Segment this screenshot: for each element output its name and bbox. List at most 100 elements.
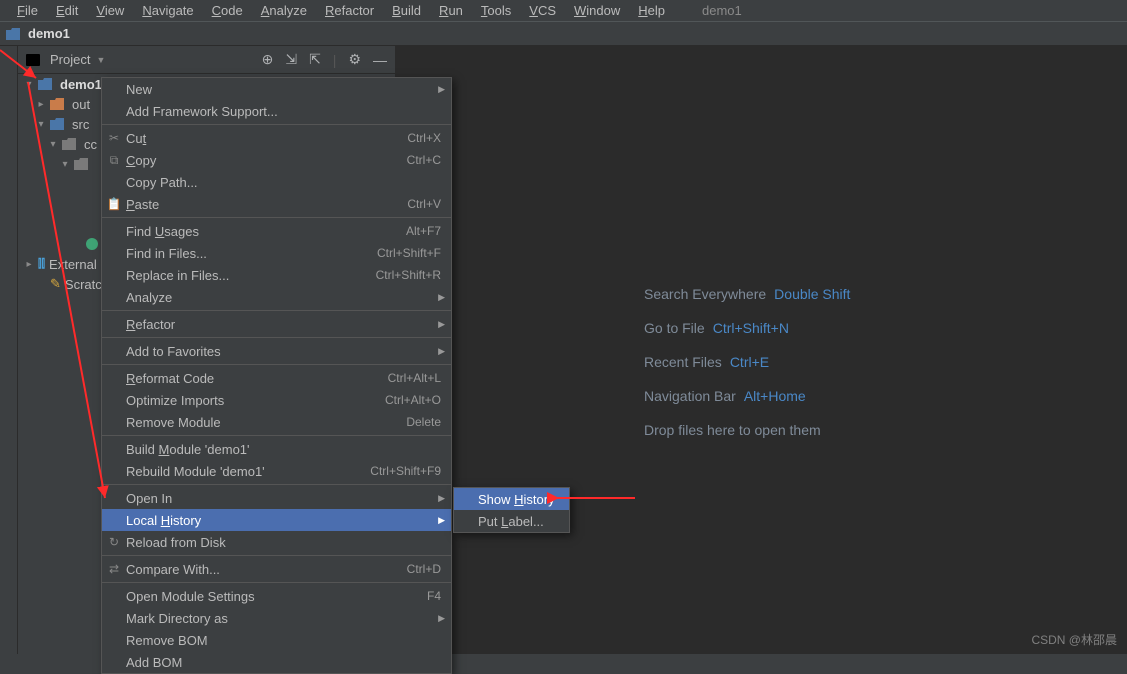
menu-item-label: Add BOM	[126, 655, 182, 670]
breadcrumb: demo1	[0, 22, 1127, 46]
menu-item[interactable]: Build Module 'demo1'	[102, 438, 451, 460]
tool-window-strip[interactable]	[0, 46, 18, 654]
menu-item[interactable]: Remove ModuleDelete	[102, 411, 451, 433]
menu-item[interactable]: ✂ Cut Ctrl+X	[102, 127, 451, 149]
menu-item-label: Add Framework Support...	[126, 104, 278, 119]
menu-item[interactable]: Rebuild Module 'demo1'Ctrl+Shift+F9	[102, 460, 451, 482]
menu-item-shortcut: Ctrl+X	[407, 131, 441, 145]
menu-item[interactable]: Add to Favorites▶	[102, 340, 451, 362]
submenu-item[interactable]: Put Label...	[454, 510, 569, 532]
menu-run[interactable]: Run	[430, 3, 472, 18]
editor-hints: Search EverywhereDouble Shift Go to FileC…	[644, 286, 850, 438]
editor-area[interactable]: Search EverywhereDouble Shift Go to FileC…	[396, 46, 1127, 654]
target-icon[interactable]: ⊕	[262, 51, 274, 68]
editor-hint: Navigation BarAlt+Home	[644, 388, 850, 404]
folder-icon	[6, 28, 20, 40]
menu-item[interactable]: Refactor ▶	[102, 313, 451, 335]
menu-item[interactable]: Open Module Settings F4	[102, 585, 451, 607]
menu-item[interactable]: Find in Files...Ctrl+Shift+F	[102, 242, 451, 264]
menu-code[interactable]: Code	[203, 3, 252, 18]
menu-item-icon: ✂	[106, 131, 122, 145]
menu-item[interactable]: New ▶	[102, 78, 451, 100]
menubar: FileEditViewNavigateCodeAnalyzeRefactorB…	[0, 0, 1127, 22]
menu-item[interactable]: Find Usages Alt+F7	[102, 220, 451, 242]
tree-out[interactable]: out	[72, 97, 90, 112]
menu-item[interactable]: Add BOM	[102, 651, 451, 673]
tree-src[interactable]: src	[72, 117, 89, 132]
menu-item[interactable]: Local History▶	[102, 509, 451, 531]
expand-icon[interactable]: ⇲	[285, 51, 297, 68]
gear-icon[interactable]: ⚙	[348, 51, 361, 68]
hint-shortcut: Ctrl+Shift+N	[713, 320, 789, 336]
menu-item[interactable]: Optimize ImportsCtrl+Alt+O	[102, 389, 451, 411]
menu-file[interactable]: File	[8, 3, 47, 18]
chevron-right-icon: ▶	[438, 292, 445, 303]
chevron-right-icon: ▶	[438, 319, 445, 330]
menu-refactor[interactable]: Refactor	[316, 3, 383, 18]
menu-view[interactable]: View	[87, 3, 133, 18]
tree-cc[interactable]: cc	[84, 137, 97, 152]
editor-hint: Recent FilesCtrl+E	[644, 354, 850, 370]
menu-item-shortcut: Ctrl+Shift+F9	[370, 464, 441, 478]
menu-item-shortcut: Alt+F7	[406, 224, 441, 238]
menu-item-label: Paste	[126, 197, 159, 212]
menu-item[interactable]: ↻ Reload from Disk	[102, 531, 451, 553]
menu-item-shortcut: F4	[427, 589, 441, 603]
menu-window[interactable]: Window	[565, 3, 629, 18]
menu-item-icon: ↻	[106, 535, 122, 549]
sidebar-title[interactable]: Project	[50, 52, 90, 67]
menu-item[interactable]: ⇄Compare With...Ctrl+D	[102, 558, 451, 580]
chevron-right-icon: ▶	[438, 493, 445, 504]
menu-item[interactable]: ⧉CopyCtrl+C	[102, 149, 451, 171]
menu-item-label: Open In	[126, 491, 172, 506]
menu-help[interactable]: Help	[629, 3, 674, 18]
tree-root[interactable]: demo1	[60, 77, 102, 92]
menu-item-label: Reload from Disk	[126, 535, 226, 550]
menu-item[interactable]: Open In ▶	[102, 487, 451, 509]
menu-item-label: Open Module Settings	[126, 589, 255, 604]
submenu-item-label: Show History	[478, 492, 555, 507]
menu-item-label: Add to Favorites	[126, 344, 221, 359]
chevron-down-icon[interactable]: ▼	[96, 55, 105, 65]
submenu-local-history[interactable]: Show History Put Label...	[453, 487, 570, 533]
menu-item-label: Find in Files...	[126, 246, 207, 261]
editor-hint: Go to FileCtrl+Shift+N	[644, 320, 850, 336]
menu-item-icon: 📋	[106, 197, 122, 211]
sidebar-header: Project ▼ ⊕ ⇲ ⇱ | ⚙ —	[18, 46, 395, 74]
menu-item-label: Find Usages	[126, 224, 199, 239]
menu-tools[interactable]: Tools	[472, 3, 520, 18]
menu-item-label: Analyze	[126, 290, 172, 305]
collapse-icon[interactable]: ⇱	[309, 51, 321, 68]
folder-icon	[62, 138, 76, 150]
menu-item-label: Copy	[126, 153, 156, 168]
menu-item-label: New	[126, 82, 152, 97]
hint-shortcut: Ctrl+E	[730, 354, 769, 370]
menu-edit[interactable]: Edit	[47, 3, 87, 18]
menu-navigate[interactable]: Navigate	[133, 3, 202, 18]
menu-item[interactable]: Mark Directory as▶	[102, 607, 451, 629]
menu-item[interactable]: Analyze ▶	[102, 286, 451, 308]
hide-icon[interactable]: —	[373, 52, 387, 68]
menu-item-label: Replace in Files...	[126, 268, 229, 283]
menu-item[interactable]: Reformat CodeCtrl+Alt+L	[102, 367, 451, 389]
menu-item-icon: ⇄	[106, 562, 122, 576]
menu-build[interactable]: Build	[383, 3, 430, 18]
chevron-right-icon: ▶	[438, 84, 445, 95]
chevron-right-icon: ▶	[438, 613, 445, 624]
menu-item[interactable]: Replace in Files... Ctrl+Shift+R	[102, 264, 451, 286]
menu-item-label: Build Module 'demo1'	[126, 442, 250, 457]
menu-item[interactable]: Copy Path...	[102, 171, 451, 193]
context-menu[interactable]: New ▶ Add Framework Support... ✂ Cut Ctrl+X ⧉C…	[101, 77, 452, 674]
menu-analyze[interactable]: Analyze	[252, 3, 316, 18]
menu-item[interactable]: Add Framework Support...	[102, 100, 451, 122]
menu-item-label: Cut	[126, 131, 146, 146]
editor-hint: Search EverywhereDouble Shift	[644, 286, 850, 302]
menu-item[interactable]: 📋PasteCtrl+V	[102, 193, 451, 215]
menu-vcs[interactable]: VCS	[520, 3, 565, 18]
menu-item-label: Refactor	[126, 317, 175, 332]
breadcrumb-project[interactable]: demo1	[28, 26, 70, 41]
submenu-item[interactable]: Show History	[454, 488, 569, 510]
menu-item-shortcut: Ctrl+Shift+R	[376, 268, 441, 282]
menu-item[interactable]: Remove BOM	[102, 629, 451, 651]
watermark: CSDN @林邵晨	[1031, 631, 1117, 648]
